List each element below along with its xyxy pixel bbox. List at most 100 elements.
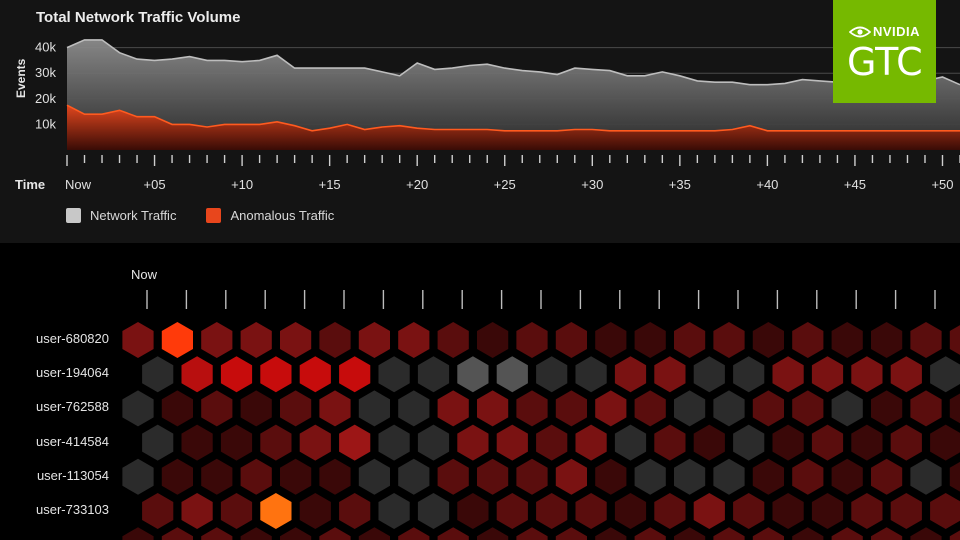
heatmap-cell[interactable]	[674, 390, 706, 427]
heatmap-cell[interactable]	[378, 493, 410, 529]
heatmap-cell[interactable]	[477, 390, 509, 427]
heatmap-cell[interactable]	[339, 356, 371, 393]
heatmap-cell[interactable]	[339, 493, 371, 529]
heatmap-cell[interactable]	[417, 356, 450, 393]
heatmap-cell[interactable]	[477, 322, 509, 358]
heatmap-cell[interactable]	[496, 493, 528, 529]
heatmap-cell[interactable]	[831, 390, 863, 427]
heatmap-cell[interactable]	[378, 356, 410, 393]
heatmap-cell[interactable]	[555, 527, 587, 540]
heatmap-cell[interactable]	[595, 458, 627, 495]
heatmap-cell[interactable]	[693, 356, 725, 393]
heatmap-cell[interactable]	[358, 458, 390, 495]
heatmap-cell[interactable]	[142, 424, 174, 461]
heatmap-cell[interactable]	[752, 390, 784, 427]
heatmap-cell[interactable]	[654, 424, 686, 461]
heatmap-cell[interactable]	[634, 458, 666, 495]
heatmap-cell[interactable]	[358, 322, 390, 358]
heatmap-cell[interactable]	[516, 458, 548, 495]
heatmap-cell[interactable]	[772, 493, 804, 529]
heatmap-cell[interactable]	[299, 356, 331, 393]
heatmap-cell[interactable]	[437, 390, 469, 427]
heatmap-cell[interactable]	[792, 527, 824, 540]
heatmap-cell[interactable]	[457, 424, 489, 461]
heatmap-cell[interactable]	[713, 390, 745, 427]
heatmap-cell[interactable]	[555, 322, 587, 358]
heatmap-cell[interactable]	[930, 424, 960, 461]
heatmap-cell[interactable]	[240, 322, 272, 358]
heatmap-cell[interactable]	[161, 527, 193, 540]
heatmap-cell[interactable]	[713, 458, 745, 495]
heatmap-cell[interactable]	[575, 493, 607, 529]
heatmap-cell[interactable]	[910, 458, 942, 495]
heatmap-cell[interactable]	[417, 424, 450, 461]
heatmap-cell[interactable]	[654, 493, 686, 529]
heatmap-cell[interactable]	[536, 356, 568, 393]
heatmap-cell[interactable]	[319, 390, 351, 427]
heatmap-cell[interactable]	[752, 322, 784, 358]
heatmap-cell[interactable]	[516, 390, 548, 427]
heatmap-cell[interactable]	[949, 459, 960, 495]
heatmap-cell[interactable]	[437, 322, 469, 358]
heatmap-cell[interactable]	[693, 424, 725, 461]
heatmap-cell[interactable]	[201, 322, 233, 358]
heatmap-cell[interactable]	[161, 458, 193, 495]
heatmap-cell[interactable]	[595, 390, 627, 427]
heatmap-cell[interactable]	[240, 527, 272, 540]
heatmap-cell[interactable]	[910, 390, 942, 427]
heatmap-cell[interactable]	[733, 356, 765, 393]
heatmap-cell[interactable]	[831, 458, 863, 495]
heatmap-cell[interactable]	[201, 458, 233, 495]
heatmap-cell[interactable]	[161, 390, 193, 427]
heatmap-cell[interactable]	[477, 458, 509, 495]
heatmap-cell[interactable]	[634, 322, 666, 358]
heatmap-cell[interactable]	[280, 527, 312, 540]
heatmap-cell[interactable]	[496, 356, 528, 393]
heatmap-cell[interactable]	[477, 527, 509, 540]
heatmap-cell[interactable]	[792, 322, 824, 358]
heatmap-cell[interactable]	[319, 527, 351, 540]
heatmap-cell[interactable]	[299, 493, 331, 529]
heatmap-cell[interactable]	[280, 390, 312, 427]
heatmap-cell[interactable]	[871, 527, 903, 540]
heatmap-cell[interactable]	[358, 390, 390, 427]
heatmap-cell[interactable]	[713, 322, 745, 358]
heatmap-cell[interactable]	[890, 493, 922, 529]
heatmap-cell[interactable]	[871, 458, 903, 495]
heatmap-cell[interactable]	[260, 493, 292, 529]
heatmap-cell[interactable]	[398, 390, 430, 427]
heatmap-cell[interactable]	[792, 458, 824, 495]
heatmap-cell[interactable]	[437, 527, 469, 540]
heatmap-cell[interactable]	[437, 458, 469, 495]
heatmap-cell[interactable]	[516, 527, 548, 540]
heatmap-cell[interactable]	[713, 527, 745, 540]
heatmap-cell[interactable]	[417, 493, 450, 529]
heatmap-cell[interactable]	[831, 322, 863, 358]
heatmap-cell[interactable]	[752, 458, 784, 495]
user-row-label[interactable]: user-113054	[0, 468, 109, 483]
heatmap-cell[interactable]	[319, 322, 351, 358]
heatmap-cell[interactable]	[575, 356, 607, 393]
heatmap-cell[interactable]	[733, 493, 765, 529]
user-row-label[interactable]: user-680820	[0, 331, 109, 346]
heatmap-cell[interactable]	[122, 527, 154, 540]
heatmap-cell[interactable]	[142, 493, 174, 529]
heatmap-cell[interactable]	[614, 493, 647, 529]
heatmap-cell[interactable]	[220, 356, 253, 393]
heatmap-cell[interactable]	[181, 356, 213, 393]
heatmap-cell[interactable]	[240, 458, 272, 495]
user-row-label[interactable]: user-414584	[0, 434, 109, 449]
heatmap-cell[interactable]	[910, 527, 942, 540]
user-row-label[interactable]: user-733103	[0, 502, 109, 517]
heatmap-cell[interactable]	[930, 356, 960, 393]
heatmap-cell[interactable]	[910, 322, 942, 358]
heatmap-cell[interactable]	[871, 390, 903, 427]
heatmap-cell[interactable]	[949, 527, 960, 540]
heatmap-cell[interactable]	[240, 390, 272, 427]
heatmap-cell[interactable]	[890, 424, 922, 461]
heatmap-cell[interactable]	[260, 356, 292, 393]
heatmap-cell[interactable]	[358, 527, 390, 540]
heatmap-cell[interactable]	[851, 424, 883, 461]
heatmap-cell[interactable]	[122, 458, 154, 495]
heatmap-cell[interactable]	[201, 527, 233, 540]
